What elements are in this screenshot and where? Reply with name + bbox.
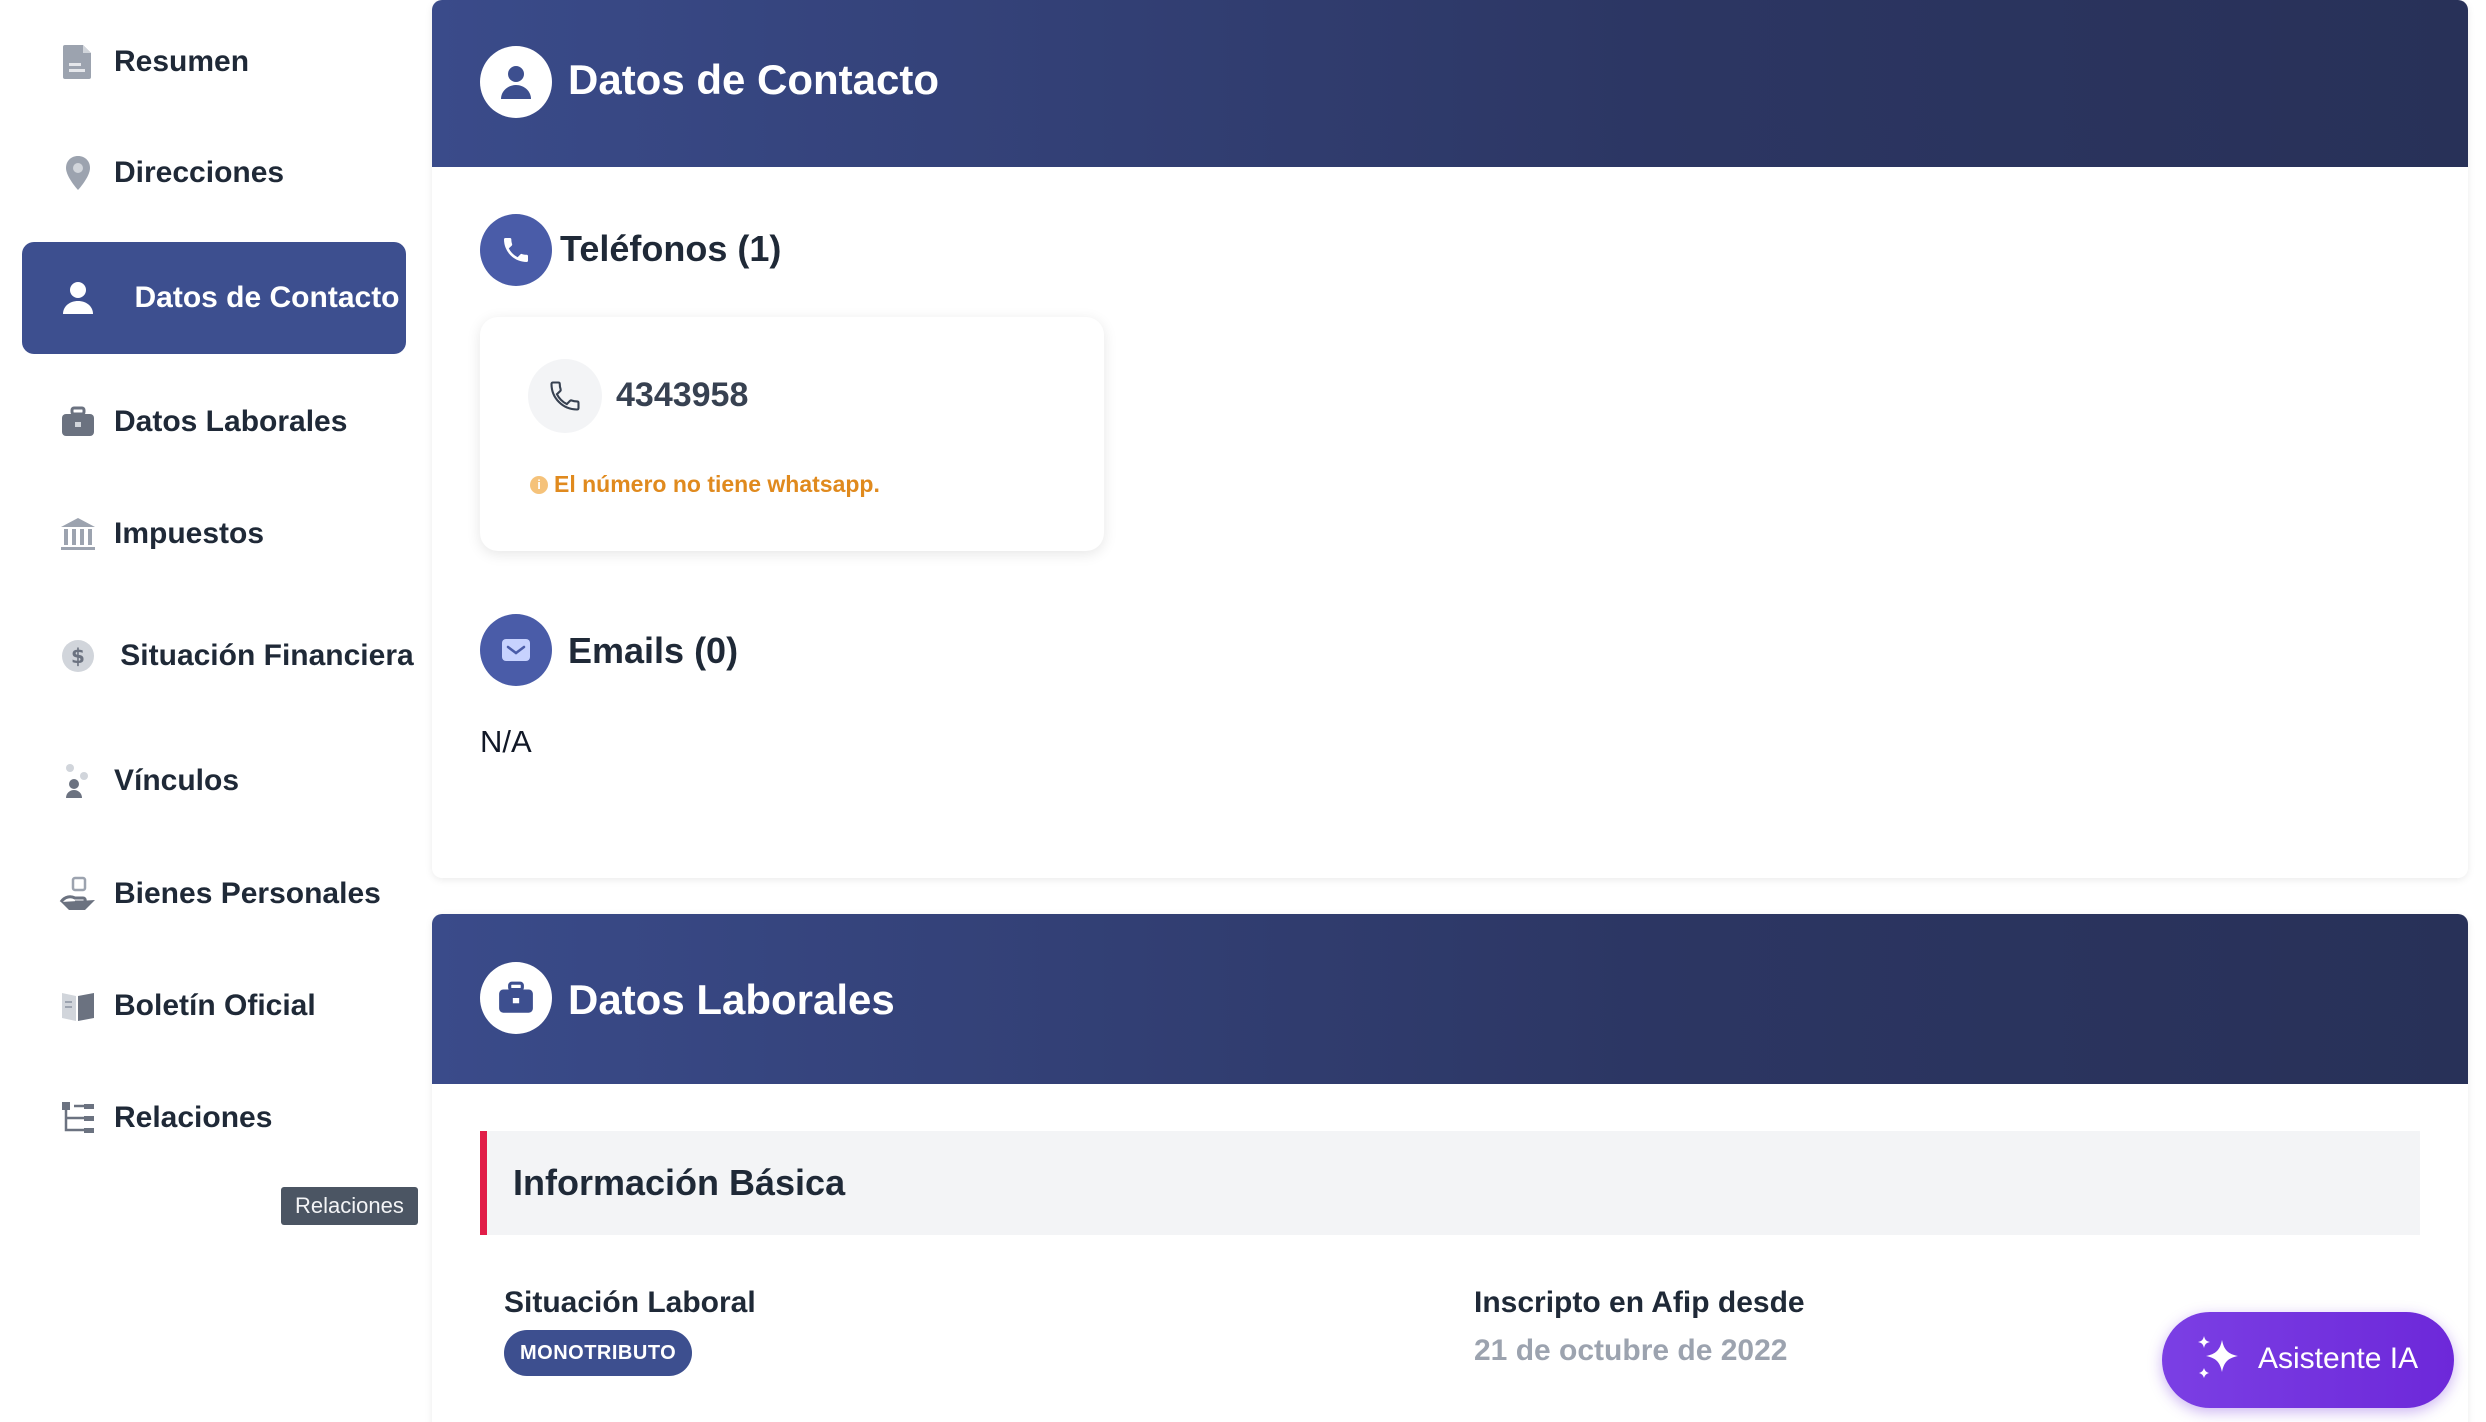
- sidebar-nav: Resumen Direcciones Datos de Contacto Da…: [0, 0, 428, 1422]
- emails-title: Emails (0): [568, 630, 739, 671]
- work-card: Datos Laborales Información Básica Situa…: [432, 914, 2468, 1422]
- situacion-laboral-label: Situación Laboral: [504, 1286, 756, 1319]
- contact-card-title: Datos de Contacto: [568, 56, 940, 103]
- sidebar-item-label: Datos de Contacto: [134, 281, 400, 314]
- ai-assistant-button[interactable]: Asistente IA: [2162, 1312, 2454, 1408]
- sidebar-item-resumen[interactable]: Resumen: [22, 12, 406, 112]
- phones-title: Teléfonos (1): [560, 228, 782, 269]
- sidebar-item-label: Situación Financiera: [120, 639, 414, 672]
- sidebar-item-datos-de-contacto[interactable]: Datos de Contacto: [22, 242, 406, 354]
- sidebar-item-vinculos[interactable]: Vínculos: [22, 731, 406, 831]
- sidebar-item-label: Datos Laborales: [114, 405, 348, 438]
- basic-info-section: Información Básica: [480, 1131, 2420, 1235]
- phone-outline-icon: [528, 359, 602, 433]
- sidebar-item-datos-laborales[interactable]: Datos Laborales: [22, 372, 406, 472]
- bank-icon: [58, 514, 98, 554]
- people-icon: [58, 761, 98, 801]
- sparkle-icon: [2198, 1336, 2238, 1378]
- status-badge: MONOTRIBUTO: [504, 1330, 693, 1376]
- afip-label: Inscripto en Afip desde: [1474, 1286, 1805, 1319]
- sidebar-item-impuestos[interactable]: Impuestos: [22, 484, 406, 584]
- basic-info-title: Información Básica: [513, 1162, 846, 1203]
- sidebar-item-label: Vínculos: [114, 764, 240, 797]
- phone-number[interactable]: 4343958: [616, 376, 748, 415]
- document-icon: [58, 42, 98, 82]
- contact-card-header: Datos de Contacto: [432, 0, 2468, 167]
- sidebar-item-direcciones[interactable]: Direcciones: [22, 123, 406, 223]
- tooltip: Relaciones: [281, 1187, 418, 1225]
- contact-card: Datos de Contacto Teléfonos (1) 4343958 …: [432, 0, 2468, 878]
- briefcase-icon: [58, 402, 98, 442]
- svg-text:$: $: [71, 644, 85, 668]
- afip-value: 21 de octubre de 2022: [1474, 1334, 1788, 1367]
- sidebar-item-label: Relaciones: [114, 1101, 273, 1134]
- phone-card: 4343958 i El número no tiene whatsapp.: [480, 317, 1104, 551]
- work-card-header: Datos Laborales: [432, 914, 2468, 1084]
- whatsapp-note: i El número no tiene whatsapp.: [530, 471, 880, 498]
- ai-assistant-label: Asistente IA: [2258, 1342, 2419, 1375]
- briefcase-icon: [480, 962, 552, 1034]
- hand-coin-icon: [58, 874, 98, 914]
- sidebar-item-relaciones[interactable]: Relaciones: [22, 1068, 406, 1168]
- email-icon: [480, 614, 552, 686]
- sidebar-item-label: Bienes Personales: [114, 877, 381, 910]
- sidebar-item-boletin-oficial[interactable]: Boletín Oficial: [22, 956, 406, 1056]
- user-icon: [480, 46, 552, 118]
- book-icon: [58, 986, 98, 1026]
- sidebar-item-label: Impuestos: [114, 517, 265, 550]
- sidebar-item-label: Boletín Oficial: [114, 989, 316, 1022]
- sidebar-item-label: Resumen: [114, 45, 250, 78]
- emails-empty: N/A: [480, 724, 532, 759]
- user-icon: [58, 278, 98, 318]
- app-root: Resumen Direcciones Datos de Contacto Da…: [0, 0, 2486, 1422]
- sidebar-item-bienes-personales[interactable]: Bienes Personales: [22, 844, 406, 944]
- sidebar-item-situacion-financiera[interactable]: $ Situación Financiera: [22, 606, 414, 706]
- hierarchy-icon: [58, 1098, 98, 1138]
- info-icon: i: [530, 475, 548, 494]
- dollar-icon: $: [58, 636, 98, 676]
- work-card-title: Datos Laborales: [568, 976, 895, 1023]
- whatsapp-note-text: El número no tiene whatsapp.: [554, 471, 880, 497]
- sidebar-item-label: Direcciones: [114, 156, 285, 189]
- location-pin-icon: [58, 153, 98, 193]
- phone-icon: [480, 214, 552, 286]
